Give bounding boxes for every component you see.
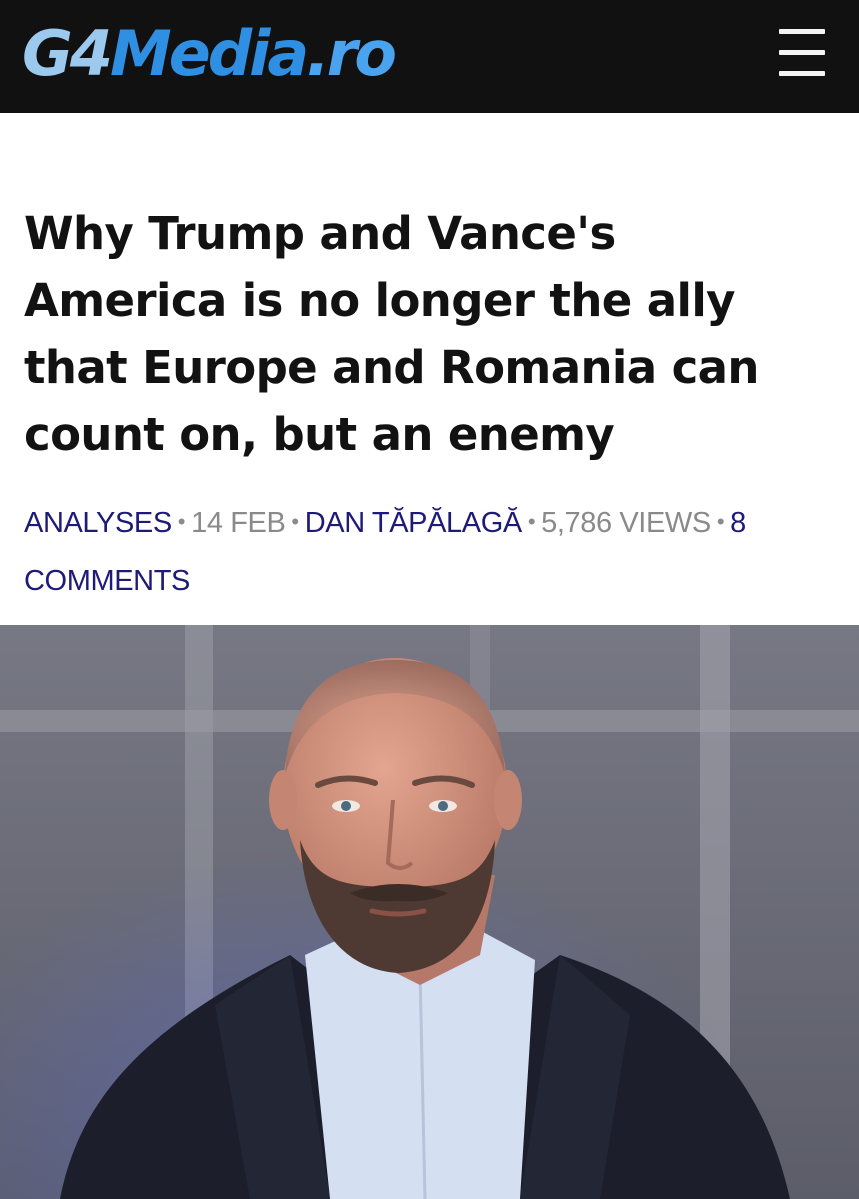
- publish-date: 14 FEB: [191, 507, 286, 539]
- site-header: G4Media.ro: [0, 0, 859, 113]
- site-logo[interactable]: G4Media.ro: [22, 17, 397, 90]
- menu-bar: [779, 71, 825, 76]
- article-title: Why Trump and Vance's America is no long…: [24, 207, 759, 461]
- menu-bar: [779, 29, 825, 34]
- menu-bar: [779, 50, 825, 55]
- view-count: 5,786 VIEWS: [541, 507, 711, 539]
- category-link[interactable]: ANALYSES: [24, 507, 172, 539]
- hamburger-menu-icon[interactable]: [770, 26, 832, 82]
- article-photo: [0, 625, 859, 1199]
- author-portrait: [0, 625, 859, 1199]
- logo-part-ro: .ro: [306, 17, 397, 90]
- author-link[interactable]: DAN TĂPĂLAGĂ: [305, 507, 522, 539]
- meta-separator: •: [177, 509, 186, 534]
- meta-separator: •: [527, 509, 536, 534]
- meta-separator: •: [716, 509, 725, 534]
- logo-part-g4: G4: [22, 17, 113, 90]
- logo-part-media: Media: [110, 17, 309, 90]
- meta-separator: •: [291, 509, 299, 534]
- article-meta: ANALYSES • 14 FEB • DAN TĂPĂLAGĂ • 5,786 VIEWS…: [24, 495, 824, 610]
